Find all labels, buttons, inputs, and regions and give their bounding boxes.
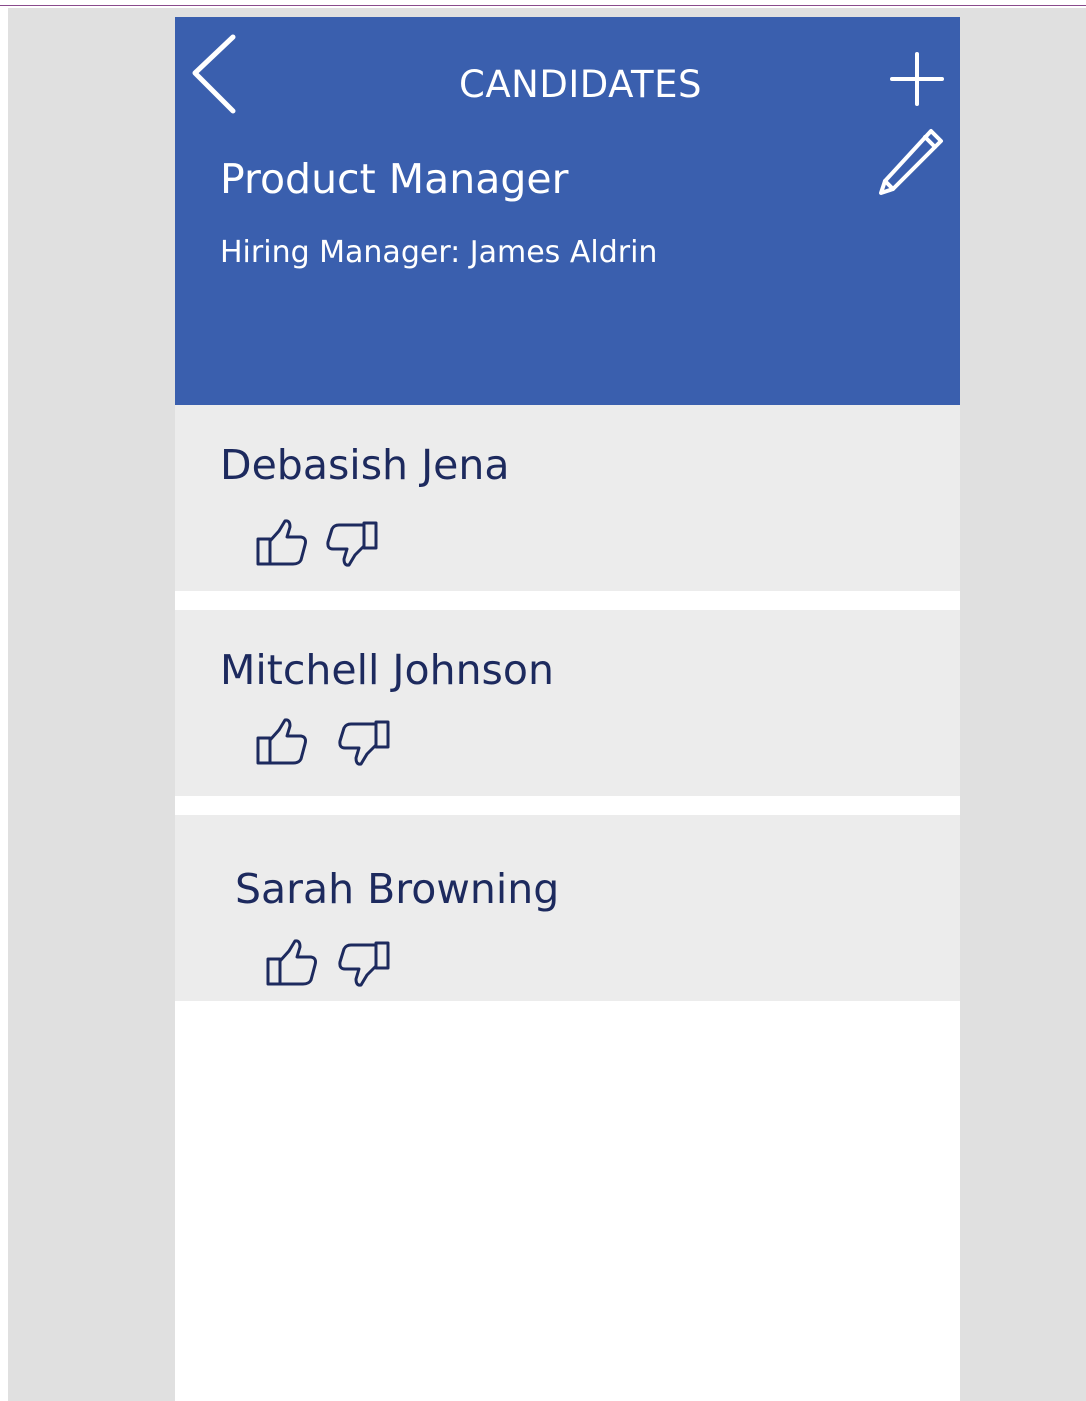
- page-title: CANDIDATES: [459, 63, 702, 106]
- add-candidate-button[interactable]: [887, 49, 947, 109]
- candidate-name: Debasish Jena: [220, 441, 510, 489]
- edit-job-button[interactable]: [875, 125, 947, 197]
- thumbs-down-icon: [338, 720, 390, 766]
- thumbs-down-button[interactable]: [325, 519, 379, 567]
- thumbs-down-button[interactable]: [337, 718, 391, 766]
- hiring-manager-label: Hiring Manager: James Aldrin: [220, 235, 658, 270]
- thumbs-down-button[interactable]: [337, 939, 391, 987]
- candidate-name: Mitchell Johnson: [220, 646, 554, 694]
- thumbs-down-icon: [338, 941, 390, 987]
- pencil-icon: [879, 129, 943, 195]
- plus-icon: [890, 52, 944, 106]
- header-bar: CANDIDATES Product Manager Hiring Manage…: [175, 17, 960, 405]
- thumbs-down-icon: [326, 521, 378, 567]
- thumbs-up-icon: [266, 939, 317, 986]
- thumbs-up-button[interactable]: [265, 939, 319, 987]
- candidate-row[interactable]: Mitchell Johnson: [175, 610, 960, 796]
- candidate-row[interactable]: Sarah Browning: [175, 815, 960, 1001]
- candidate-row[interactable]: Debasish Jena: [175, 405, 960, 591]
- thumbs-up-icon: [256, 718, 307, 765]
- top-rule: [0, 0, 1086, 6]
- thumbs-up-icon: [256, 519, 307, 566]
- candidate-name: Sarah Browning: [235, 865, 560, 913]
- thumbs-up-button[interactable]: [255, 519, 309, 567]
- thumbs-up-button[interactable]: [255, 718, 309, 766]
- job-title: Product Manager: [220, 155, 569, 203]
- candidates-screen: CANDIDATES Product Manager Hiring Manage…: [175, 17, 960, 1401]
